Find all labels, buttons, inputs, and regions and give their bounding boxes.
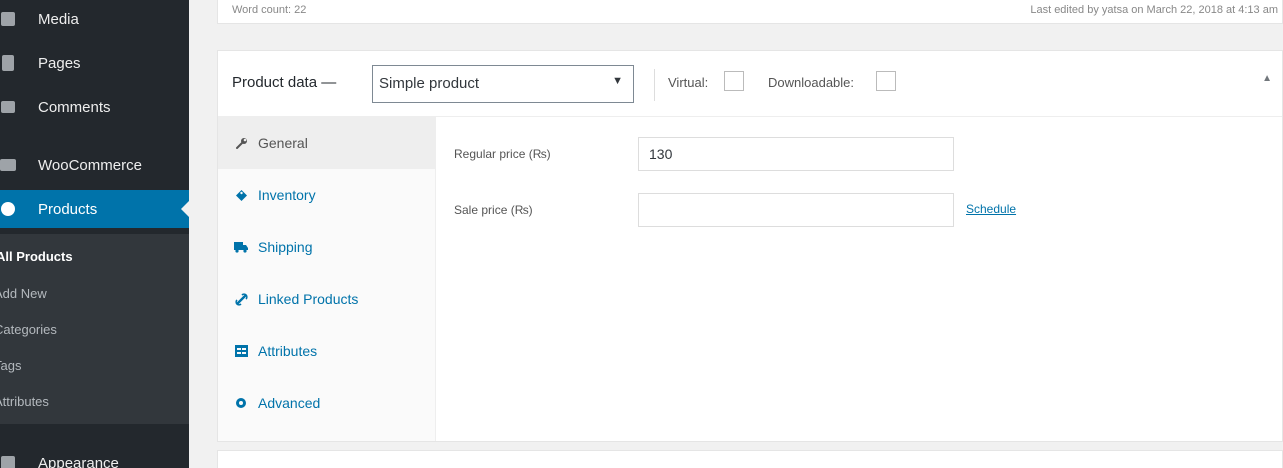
tab-label: Shipping [258,239,313,255]
sale-price-label: Sale price (₨) [454,203,533,217]
truck-icon [234,240,248,254]
submenu-item-attributes[interactable]: Attributes [0,394,49,409]
header-divider [654,69,655,101]
sidebar-item-label: Appearance [38,454,119,468]
tab-label: Linked Products [258,291,359,307]
product-type-value: Simple product [379,75,480,92]
appearance-icon [0,453,20,468]
editor-status-bar: Word count: 22 Last edited by yatsa on M… [217,0,1283,24]
comments-icon [0,97,20,117]
last-edited-info: Last edited by yatsa on March 22, 2018 a… [1030,4,1278,16]
media-icon [0,9,20,29]
downloadable-checkbox[interactable] [876,71,896,91]
sidebar-item-appearance[interactable]: Appearance [0,444,189,468]
tab-shipping[interactable]: Shipping [218,221,436,273]
admin-sidebar: Media Pages Comments WooCommerce Product… [0,0,189,468]
virtual-checkbox[interactable] [724,71,744,91]
tab-inventory[interactable]: Inventory [218,169,436,221]
tab-linked-products[interactable]: Linked Products [218,273,436,325]
next-metabox [217,450,1283,468]
tab-label: Inventory [258,187,316,203]
product-data-panel: Product data — Simple product ▼ Virtual:… [217,50,1283,442]
sidebar-item-label: Products [38,200,98,218]
products-icon [0,199,20,219]
sidebar-item-label: Media [38,10,79,28]
sidebar-item-products[interactable]: Products [0,190,189,228]
sidebar-item-label: Comments [38,98,111,116]
tab-advanced[interactable]: Advanced [218,377,436,429]
tab-label: General [258,135,308,151]
product-data-header: Product data — Simple product ▼ Virtual:… [218,51,1282,117]
collapse-toggle-icon[interactable]: ▲ [1262,73,1272,84]
submenu-item-all-products[interactable]: All Products [0,249,73,264]
table-icon [234,344,248,358]
sidebar-item-label: WooCommerce [38,156,142,174]
downloadable-label: Downloadable: [768,75,855,90]
submenu-item-add-new[interactable]: Add New [0,286,47,301]
word-count: Word count: 22 [232,4,307,16]
product-data-title: Product data — [232,74,337,91]
general-tab-panel: Regular price (₨) 130 Sale price (₨) Sch… [436,117,1282,441]
tab-label: Advanced [258,395,321,411]
product-data-tabs: General Inventory Shipping Linked Produc… [218,117,436,441]
tab-label: Attributes [258,343,318,359]
schedule-link[interactable]: Schedule [966,202,1016,216]
pages-icon [0,53,20,73]
virtual-label: Virtual: [668,75,709,90]
current-menu-arrow [181,201,189,217]
submenu-item-categories[interactable]: Categories [0,322,57,337]
link-icon [234,292,248,306]
gear-icon [234,396,248,410]
sidebar-item-label: Pages [38,54,81,72]
chevron-down-icon: ▼ [612,75,623,87]
woocommerce-icon [0,155,20,175]
tag-icon [234,188,248,202]
sale-price-input[interactable] [638,193,954,227]
regular-price-input[interactable]: 130 [638,137,954,171]
sidebar-item-pages[interactable]: Pages [0,44,189,82]
wrench-icon [234,136,248,150]
sidebar-item-woocommerce[interactable]: WooCommerce [0,146,189,184]
product-type-select[interactable]: Simple product ▼ [372,65,634,103]
tab-general[interactable]: General [218,117,436,169]
tab-attributes[interactable]: Attributes [218,325,436,377]
sidebar-item-comments[interactable]: Comments [0,88,189,126]
products-submenu: All Products Add New Categories Tags Att… [0,234,189,424]
submenu-item-tags[interactable]: Tags [0,358,21,373]
sidebar-item-media[interactable]: Media [0,0,189,38]
regular-price-label: Regular price (₨) [454,147,551,161]
